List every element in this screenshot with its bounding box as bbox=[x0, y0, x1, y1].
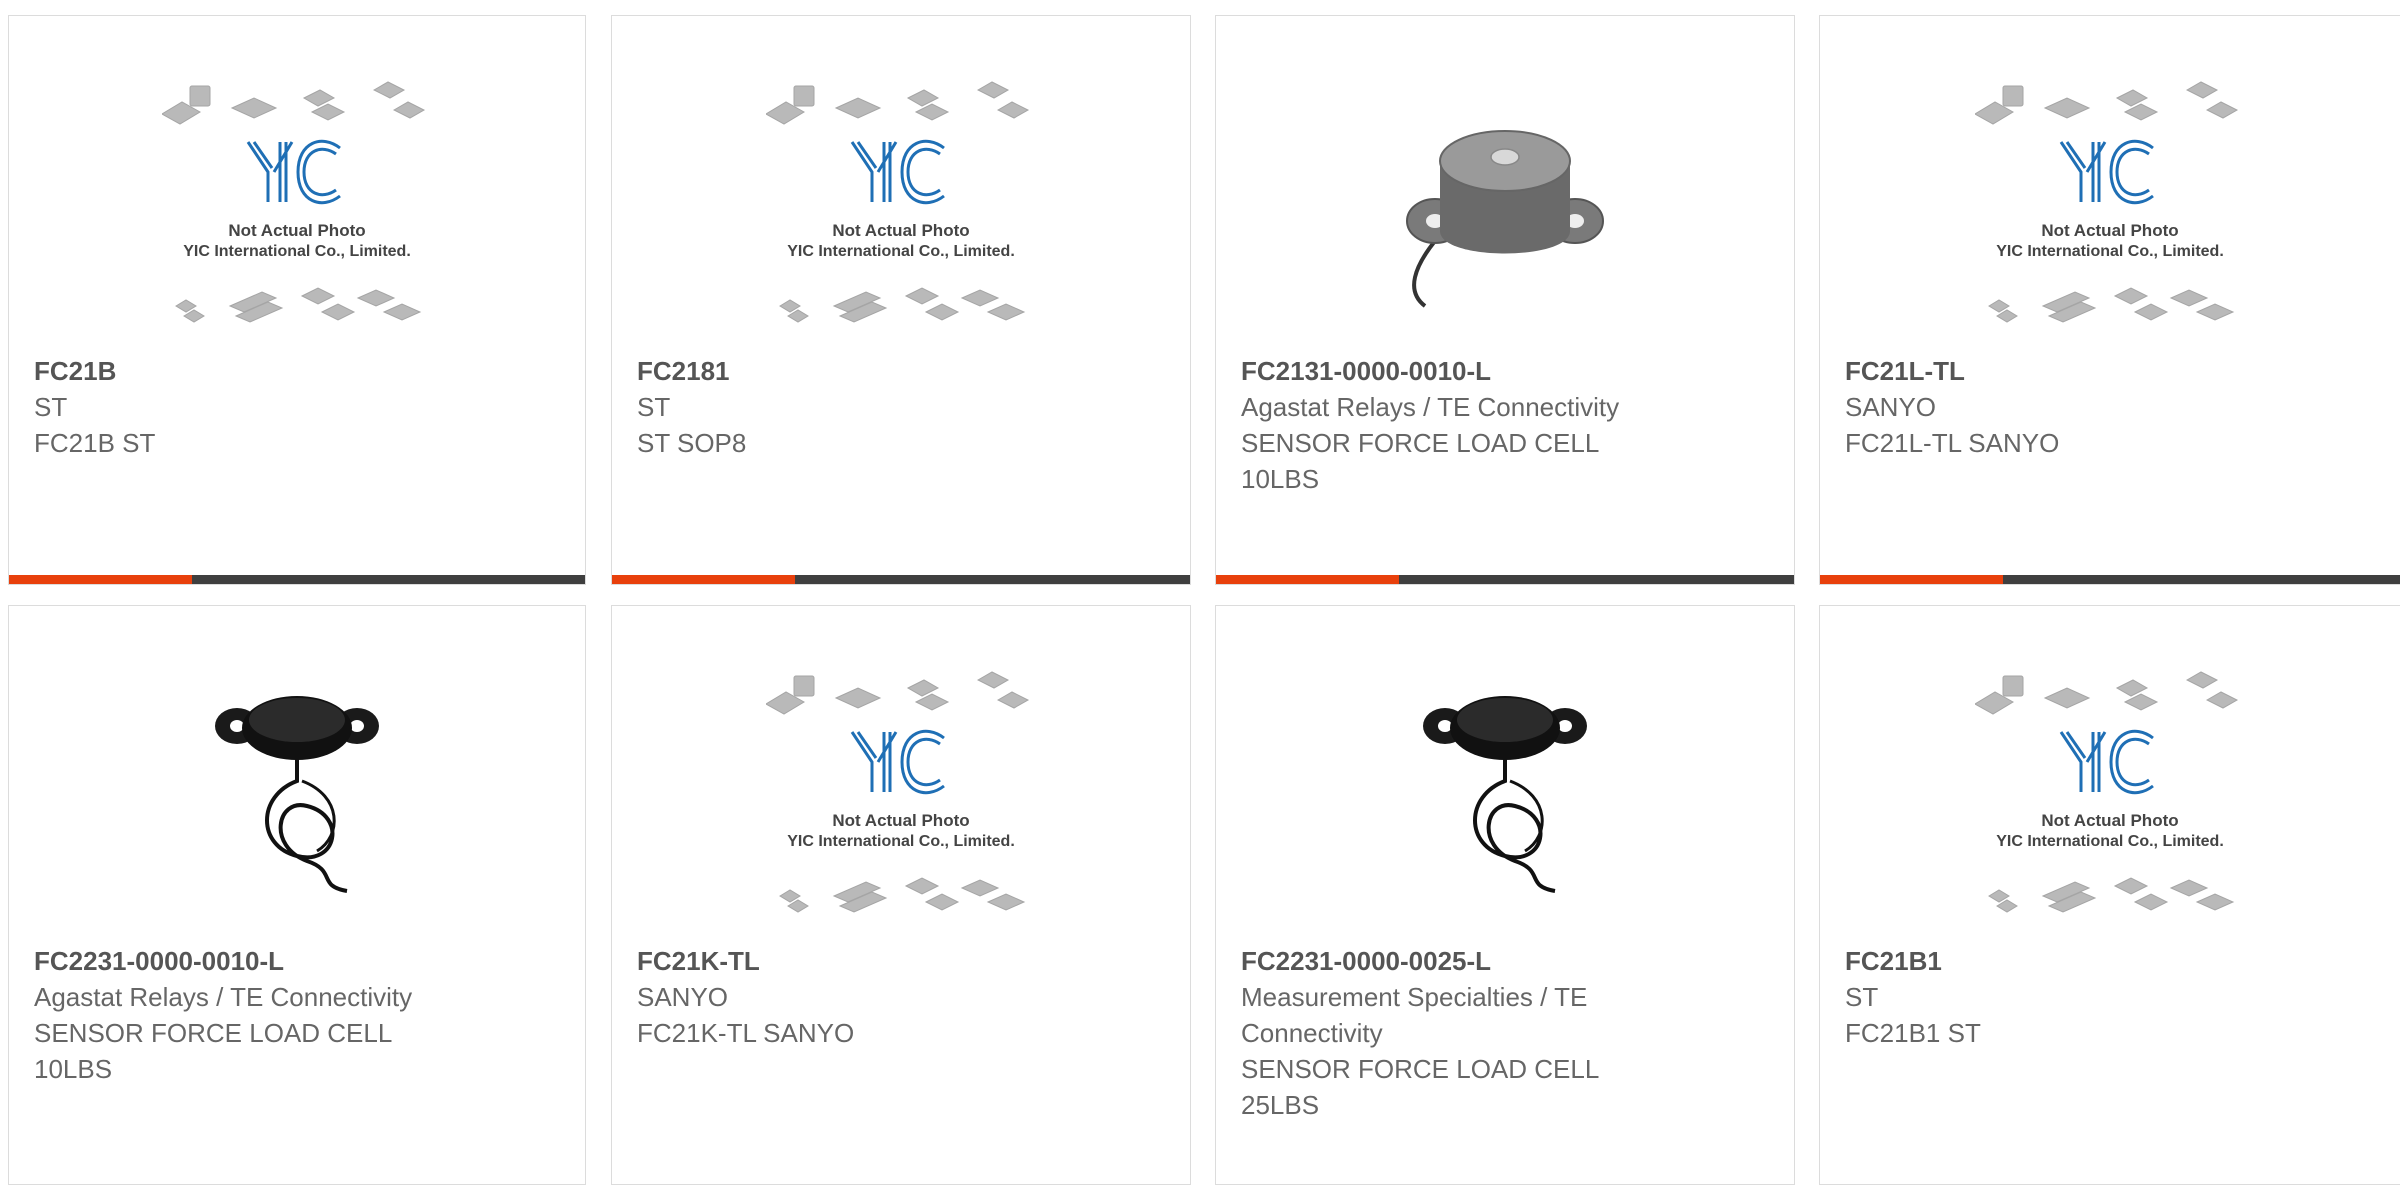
product-description: SENSOR FORCE LOAD CELL 10LBS bbox=[1241, 428, 1599, 494]
product-image[interactable]: Not Actual Photo YIC International Co., … bbox=[612, 76, 1190, 326]
placeholder-caption-1: Not Actual Photo bbox=[832, 811, 969, 830]
card-bottom-bar bbox=[612, 575, 1190, 584]
product-part-number[interactable]: FC2231-0000-0010-L bbox=[34, 944, 560, 979]
product-card[interactable]: FC2231-0000-0010-L Agastat Relays / TE C… bbox=[8, 605, 586, 1185]
product-card[interactable]: FC2131-0000-0010-L Agastat Relays / TE C… bbox=[1215, 15, 1795, 585]
placeholder-caption-2: YIC International Co., Limited. bbox=[1996, 833, 2224, 850]
product-manufacturer: Agastat Relays / TE Connectivity bbox=[34, 982, 413, 1012]
load-cell-cable-photo bbox=[1423, 696, 1587, 893]
product-image[interactable]: Not Actual Photo YIC International Co., … bbox=[1820, 76, 2400, 326]
product-description: FC21B ST bbox=[34, 428, 156, 458]
card-bottom-bar bbox=[1820, 575, 2400, 584]
placeholder-caption-2: YIC International Co., Limited. bbox=[787, 243, 1015, 260]
product-manufacturer: SANYO bbox=[637, 982, 729, 1012]
product-image[interactable] bbox=[9, 666, 585, 916]
placeholder-caption-2: YIC International Co., Limited. bbox=[1996, 243, 2224, 260]
placeholder-caption-2: YIC International Co., Limited. bbox=[183, 243, 411, 260]
product-image[interactable]: Not Actual Photo YIC International Co., … bbox=[1820, 666, 2400, 916]
product-manufacturer: ST bbox=[1845, 982, 1879, 1012]
product-manufacturer: Measurement Specialties / TE Connectivit… bbox=[1241, 982, 1588, 1048]
product-part-number[interactable]: FC2181 bbox=[637, 354, 1165, 389]
product-card[interactable]: Not Actual Photo YIC International Co., … bbox=[8, 15, 586, 585]
product-description: FC21K-TL SANYO bbox=[637, 1018, 855, 1048]
placeholder-image: Not Actual Photo YIC International Co., … bbox=[1975, 81, 2239, 323]
product-card[interactable]: Not Actual Photo YIC International Co., … bbox=[611, 15, 1191, 585]
product-part-number[interactable]: FC21K-TL bbox=[637, 944, 1165, 979]
placeholder-caption-1: Not Actual Photo bbox=[832, 221, 969, 240]
product-image[interactable]: Not Actual Photo YIC International Co., … bbox=[9, 76, 585, 326]
product-image[interactable]: Not Actual Photo YIC International Co., … bbox=[612, 666, 1190, 916]
product-description: SENSOR FORCE LOAD CELL 10LBS bbox=[34, 1018, 392, 1084]
product-part-number[interactable]: FC21B1 bbox=[1845, 944, 2375, 979]
load-cell-photo bbox=[1406, 130, 1604, 308]
placeholder-caption-1: Not Actual Photo bbox=[2041, 811, 2178, 830]
product-image[interactable] bbox=[1216, 666, 1794, 916]
placeholder-image: Not Actual Photo YIC International Co., … bbox=[766, 671, 1030, 913]
product-manufacturer: ST bbox=[34, 392, 68, 422]
product-card[interactable]: FC2231-0000-0025-L Measurement Specialti… bbox=[1215, 605, 1795, 1185]
card-bottom-bar bbox=[1216, 575, 1794, 584]
product-card[interactable]: Not Actual Photo YIC International Co., … bbox=[611, 605, 1191, 1185]
product-description: ST SOP8 bbox=[637, 428, 747, 458]
product-card[interactable]: Not Actual Photo YIC International Co., … bbox=[1819, 15, 2400, 585]
product-description: FC21L-TL SANYO bbox=[1845, 428, 2060, 458]
product-manufacturer: Agastat Relays / TE Connectivity bbox=[1241, 392, 1620, 422]
product-part-number[interactable]: FC2131-0000-0010-L bbox=[1241, 354, 1769, 389]
placeholder-image: Not Actual Photo YIC International Co., … bbox=[1975, 671, 2239, 913]
load-cell-cable-photo bbox=[215, 696, 379, 893]
product-card[interactable]: Not Actual Photo YIC International Co., … bbox=[1819, 605, 2400, 1185]
product-manufacturer: SANYO bbox=[1845, 392, 1937, 422]
placeholder-image: Not Actual Photo YIC International Co., … bbox=[766, 81, 1030, 323]
product-part-number[interactable]: FC21L-TL bbox=[1845, 354, 2375, 389]
product-description: SENSOR FORCE LOAD CELL 25LBS bbox=[1241, 1054, 1599, 1120]
placeholder-caption-1: Not Actual Photo bbox=[228, 221, 365, 240]
product-manufacturer: ST bbox=[637, 392, 671, 422]
product-part-number[interactable]: FC2231-0000-0025-L bbox=[1241, 944, 1769, 979]
card-bottom-bar bbox=[9, 575, 585, 584]
product-part-number[interactable]: FC21B bbox=[34, 354, 560, 389]
placeholder-image: Not Actual Photo YIC International Co., … bbox=[162, 81, 426, 323]
placeholder-caption-1: Not Actual Photo bbox=[2041, 221, 2178, 240]
product-image[interactable] bbox=[1216, 76, 1794, 326]
placeholder-caption-2: YIC International Co., Limited. bbox=[787, 833, 1015, 850]
product-description: FC21B1 ST bbox=[1845, 1018, 1981, 1048]
